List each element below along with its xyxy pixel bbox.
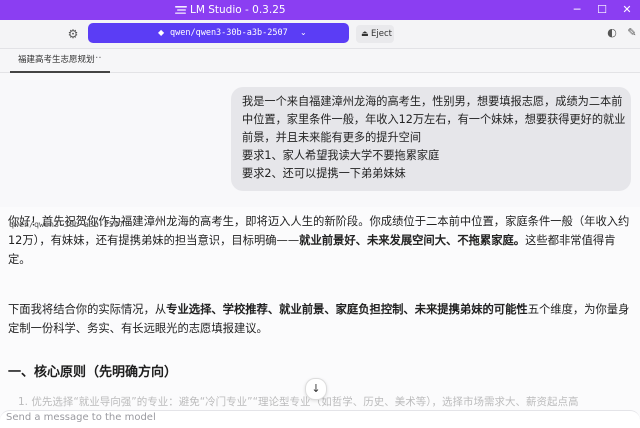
answer-emphasis: 就业前景好、未来发展空间大、不拖累家庭。	[299, 234, 526, 247]
message-input[interactable]: Send a message to the model	[6, 410, 156, 426]
answer-line: 下面我将结合你的实际情况，从专业选择、学校推荐、就业前景、家庭负担控制、未来提携…	[8, 303, 630, 316]
window-title: LM Studio - 0.3.25	[190, 4, 286, 16]
chat-tab-strip: 福建高考生志愿规划 ···	[0, 49, 640, 73]
user-message-line: 前景，并且未来能有更多的提升空间	[242, 131, 422, 144]
palette-icon[interactable]: ◐	[605, 26, 619, 40]
message-composer[interactable]: Send a message to the model	[0, 410, 640, 428]
close-window-button[interactable]: ✕	[620, 3, 634, 17]
title-bar: LM Studio - 0.3.25 ─ ☐ ✕	[0, 0, 640, 20]
user-message-line: 要求1、家人希望我读大学不要拖累家庭	[242, 149, 440, 162]
maximize-button[interactable]: ☐	[595, 3, 609, 17]
minimize-button[interactable]: ─	[570, 3, 584, 17]
tab-more-button[interactable]: ···	[92, 52, 102, 66]
answer-line: 12万），有妹妹，还有提携弟妹的担当意识，目标明确——就业前景好、未来发展空间大…	[8, 234, 616, 247]
chevron-down-icon: ⌄	[300, 28, 307, 37]
answer-line: 定制一份科学、务实、有长远眼光的志愿填报建议。	[8, 322, 268, 335]
scroll-down-button[interactable]: ↓	[305, 378, 327, 400]
section-heading: 一、核心原则（先明确方向）	[8, 365, 178, 380]
user-message: 我是一个来自福建漳州龙海的高考生，性别男，想要填报志愿，成绩为二本前 中位置，家…	[231, 87, 631, 191]
chat-area[interactable]: 我是一个来自福建漳州龙海的高考生，性别男，想要填报志愿，成绩为二本前 中位置，家…	[0, 73, 640, 427]
answer-emphasis: 专业选择、学校推荐、就业前景、家庭负担控制、未来提携弟妹的可能性	[166, 303, 528, 316]
assistant-model-label: qwen/qwen3-30b-a3b-2507	[9, 219, 124, 229]
tab-label: 福建高考生志愿规划	[18, 55, 95, 65]
eject-label: Eject	[371, 29, 392, 39]
eject-icon: ⏏	[361, 29, 369, 38]
user-message-line: 要求2、还可以提携一下弟弟妹妹	[242, 167, 406, 180]
user-message-line: 中位置，家里条件一般，年收入12万左右，有一个妹妹，想要获得更好的就业	[242, 113, 626, 126]
wrench-icon[interactable]: ✎	[625, 26, 639, 40]
lmstudio-logo-icon	[175, 6, 187, 14]
answer-line: 定。	[8, 253, 31, 266]
answer-faded-line: 1. 优先选择“就业导向强”的专业：避免“冷门专业”“理论型专业”（如哲学、历史…	[18, 396, 579, 408]
model-chip-icon: ◆	[158, 28, 165, 37]
model-selector-button[interactable]: ◆ qwen/qwen3-30b-a3b-2507 ⌄	[88, 23, 349, 43]
user-message-line: 我是一个来自福建漳州龙海的高考生，性别男，想要填报志愿，成绩为二本前	[242, 95, 623, 108]
tab-chat[interactable]: 福建高考生志愿规划 ···	[10, 49, 110, 73]
model-name: qwen/qwen3-30b-a3b-2507	[170, 28, 288, 38]
top-toolbar: ⚙ ◆ qwen/qwen3-30b-a3b-2507 ⌄ ⏏ Eject ◐ …	[0, 20, 640, 49]
gear-icon[interactable]: ⚙	[66, 27, 80, 41]
eject-button[interactable]: ⏏ Eject	[356, 25, 394, 43]
